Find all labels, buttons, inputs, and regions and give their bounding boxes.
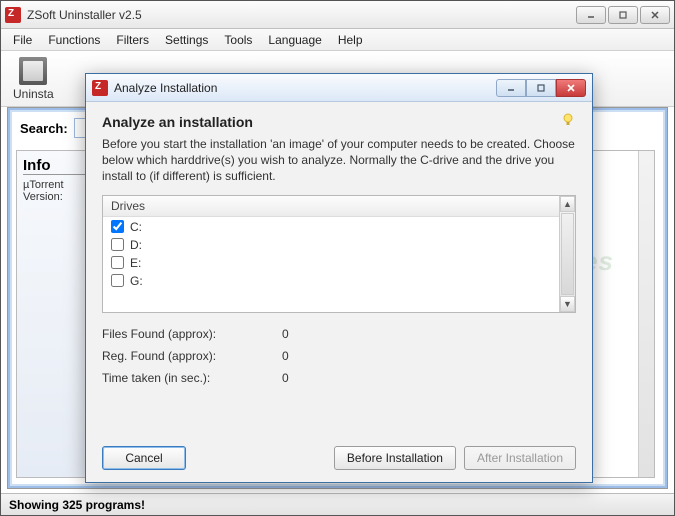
drive-label: E: (130, 256, 141, 270)
drive-checkbox-c[interactable] (111, 220, 124, 233)
toolbar-uninstall-label: Uninsta (13, 87, 54, 101)
menubar: File Functions Filters Settings Tools La… (1, 29, 674, 51)
stats: Files Found (approx): 0 Reg. Found (appr… (102, 327, 576, 385)
files-found-value: 0 (282, 327, 322, 341)
menu-help[interactable]: Help (332, 31, 369, 49)
dialog-app-icon (92, 80, 108, 96)
dialog-description: Before you start the installation 'an im… (102, 136, 576, 185)
window-title: ZSoft Uninstaller v2.5 (27, 8, 576, 22)
status-text: Showing 325 programs! (9, 498, 145, 512)
time-taken-value: 0 (282, 371, 322, 385)
menu-tools[interactable]: Tools (218, 31, 258, 49)
toolbar-uninstall[interactable]: Uninsta (13, 57, 54, 101)
drive-row-c[interactable]: C: (103, 218, 559, 236)
lightbulb-icon (560, 112, 576, 128)
drive-row-e[interactable]: E: (103, 254, 559, 272)
dialog-title: Analyze Installation (114, 81, 496, 95)
scroll-thumb[interactable] (561, 213, 574, 295)
drive-checkbox-e[interactable] (111, 256, 124, 269)
dialog-maximize-button[interactable] (526, 79, 556, 97)
statusbar: Showing 325 programs! (1, 493, 674, 515)
app-icon (5, 7, 21, 23)
scroll-down-icon[interactable]: ▼ (560, 296, 575, 312)
main-titlebar: ZSoft Uninstaller v2.5 (1, 1, 674, 29)
time-taken-label: Time taken (in sec.): (102, 371, 252, 385)
dialog-heading: Analyze an installation (102, 114, 576, 130)
maximize-button[interactable] (608, 6, 638, 24)
drive-row-g[interactable]: G: (103, 272, 559, 290)
analyze-dialog: Analyze Installation Analyze an installa… (85, 73, 593, 483)
drive-label: G: (130, 274, 143, 288)
before-installation-button[interactable]: Before Installation (334, 446, 456, 470)
drives-scrollbar[interactable]: ▲ ▼ (559, 196, 575, 312)
menu-language[interactable]: Language (262, 31, 327, 49)
list-scrollbar[interactable] (638, 151, 654, 477)
drive-checkbox-g[interactable] (111, 274, 124, 287)
menu-functions[interactable]: Functions (42, 31, 106, 49)
drive-label: C: (130, 220, 142, 234)
menu-filters[interactable]: Filters (110, 31, 155, 49)
files-found-label: Files Found (approx): (102, 327, 252, 341)
drive-label: D: (130, 238, 142, 252)
after-installation-button: After Installation (464, 446, 576, 470)
menu-file[interactable]: File (7, 31, 38, 49)
reg-found-label: Reg. Found (approx): (102, 349, 252, 363)
search-label: Search: (20, 121, 68, 136)
cancel-button[interactable]: Cancel (102, 446, 186, 470)
close-button[interactable] (640, 6, 670, 24)
scroll-up-icon[interactable]: ▲ (560, 196, 575, 212)
drives-list: C: D: E: G: (103, 218, 559, 312)
dialog-close-button[interactable] (556, 79, 586, 97)
drives-box: Drives C: D: E: G: (102, 195, 576, 313)
drives-header: Drives (103, 196, 575, 217)
dialog-minimize-button[interactable] (496, 79, 526, 97)
dialog-titlebar[interactable]: Analyze Installation (86, 74, 592, 102)
uninstall-icon (19, 57, 47, 85)
drive-checkbox-d[interactable] (111, 238, 124, 251)
drive-row-d[interactable]: D: (103, 236, 559, 254)
menu-settings[interactable]: Settings (159, 31, 214, 49)
reg-found-value: 0 (282, 349, 322, 363)
minimize-button[interactable] (576, 6, 606, 24)
